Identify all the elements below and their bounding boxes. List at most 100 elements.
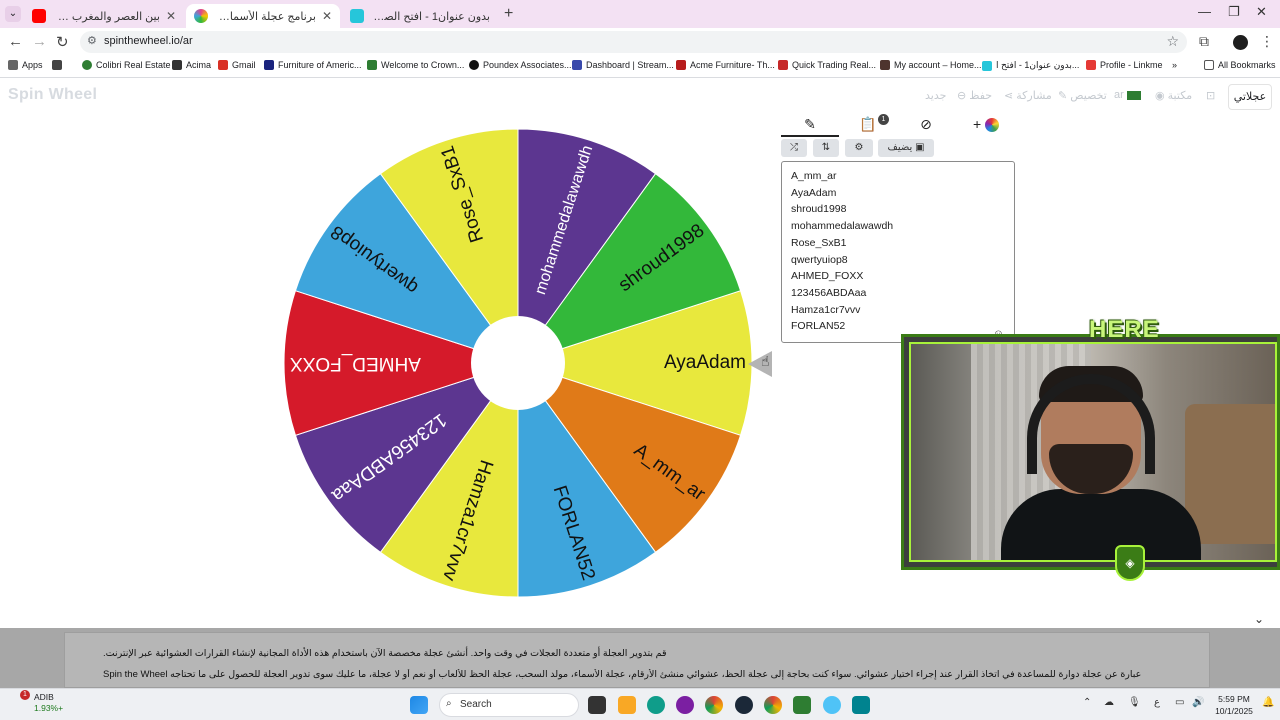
menu-share[interactable]: ⋖ مشاركة: [1004, 89, 1052, 102]
tab-youtube[interactable]: بين العصر والمغرب مرت لمه خيال ✕: [24, 4, 184, 28]
bookmark-linkme[interactable]: Profile - Linkme: [1086, 60, 1163, 70]
sofa: [1185, 404, 1275, 544]
pencil-icon[interactable]: ✎: [781, 113, 839, 137]
menu-library[interactable]: ◉ مكتبة: [1155, 89, 1192, 102]
bookmark-crown[interactable]: Welcome to Crown...: [367, 60, 464, 70]
image-icon: ▣: [915, 142, 925, 153]
notification-bell-icon[interactable]: 🔔: [1262, 697, 1274, 708]
entries-textarea[interactable]: A_mm_ar AyaAdam shroud1998 mohammedalawa…: [781, 161, 1015, 343]
bookmark-dashboard[interactable]: Dashboard | Stream...: [572, 60, 674, 70]
clock-date: 10/1/2025: [1215, 706, 1253, 716]
info-line-1: قم بتدوير العجلة أو متعددة العجلات في وق…: [103, 648, 667, 659]
wheel-center-hub[interactable]: [471, 316, 565, 410]
stock-widget[interactable]: 1 ADIB 1.93%+: [8, 690, 63, 714]
quick-trading-icon: [778, 60, 788, 70]
menu-save-label: حفظ: [969, 90, 993, 102]
input-language[interactable]: ع: [1154, 697, 1160, 708]
windows-taskbar: 1 ADIB 1.93%+ ⌕ Search ⌃ ☁ 🎙 ع ▭ 🔊 5:59 …: [0, 688, 1280, 720]
bookmark-acima[interactable]: Acima: [172, 60, 211, 70]
chrome-icon[interactable]: [705, 696, 723, 714]
new-tab-button[interactable]: +: [504, 5, 513, 23]
streamer-shirt: [1001, 489, 1201, 560]
steam-icon[interactable]: [735, 696, 753, 714]
shuffle-icon: ⤮: [790, 142, 798, 153]
bookmark-gmail[interactable]: Gmail: [218, 60, 256, 70]
tab-spinthewheel[interactable]: برنامج عجلة الأسماء - أداة مخصصة ✕: [186, 4, 340, 28]
folder-icon: [1204, 60, 1214, 70]
shuffle-button[interactable]: ⤮: [781, 139, 807, 157]
grid-favicon-icon: [350, 9, 364, 23]
add-wheel-icon[interactable]: +: [957, 113, 1015, 137]
menu-language[interactable]: ar: [1114, 89, 1141, 101]
tab-title: برنامج عجلة الأسماء - أداة مخصصة: [216, 10, 316, 23]
app-icon-2[interactable]: [823, 696, 841, 714]
tab-search-dropdown[interactable]: ⌄: [5, 6, 21, 22]
file-explorer-icon[interactable]: [618, 696, 636, 714]
bookmark-colibri[interactable]: Colibri Real Estate: [82, 60, 171, 70]
stock-name: ADIB: [34, 692, 54, 702]
webcam-overlay: [901, 334, 1280, 570]
bookmark-acme[interactable]: Acme Furniture- Th...: [676, 60, 775, 70]
bookmark-wordwall[interactable]: بدون عنوان1 - افتح ا...: [982, 60, 1079, 71]
site-logo[interactable]: Spin Wheel: [8, 86, 97, 104]
all-bookmarks[interactable]: All Bookmarks: [1204, 60, 1276, 70]
bookmarks-overflow-icon[interactable]: »: [1172, 60, 1177, 70]
clock[interactable]: 5:59 PM 10/1/2025: [1210, 693, 1258, 717]
settings-button[interactable]: ⚙: [845, 139, 873, 157]
bookmark-star-icon[interactable]: ☆: [1166, 33, 1179, 50]
menu-new[interactable]: جديد: [925, 89, 946, 102]
cloud-icon[interactable]: ☁: [1104, 697, 1114, 708]
close-window-button[interactable]: ✕: [1256, 4, 1267, 20]
network-icon[interactable]: ▭: [1175, 697, 1184, 708]
messenger-icon[interactable]: [676, 696, 694, 714]
back-icon[interactable]: ←: [8, 33, 23, 50]
bookmark-quick-trading[interactable]: Quick Trading Real...: [778, 60, 876, 70]
address-bar[interactable]: ⚙ spinthewheel.io/ar ☆: [80, 31, 1187, 53]
menu-save[interactable]: ⊖ حفظ: [957, 89, 992, 102]
sort-button[interactable]: ⇅: [813, 139, 839, 157]
tray-overflow-icon[interactable]: ⌃: [1083, 697, 1091, 708]
my-wheels-button[interactable]: عجلاتي: [1228, 84, 1272, 110]
bookmark-my-account[interactable]: My account – Home...: [880, 60, 982, 70]
volume-icon[interactable]: 🔊: [1192, 697, 1204, 708]
expand-icon[interactable]: ⊡: [1206, 89, 1215, 102]
close-tab-icon[interactable]: ✕: [322, 9, 332, 23]
tab-strip: ⌄ بين العصر والمغرب مرت لمه خيال ✕ برنام…: [0, 0, 1280, 28]
search-label: Search: [460, 699, 492, 710]
chrome-active-icon[interactable]: [764, 696, 782, 714]
taskbar-search[interactable]: ⌕ Search: [439, 693, 579, 717]
microphone-icon[interactable]: 🎙: [1128, 697, 1141, 708]
spin-wheel[interactable]: AyaAdamA_mm_arFORLAN52Hamza1cr7vvv123456…: [278, 121, 758, 601]
site-info-icon[interactable]: ⚙: [87, 34, 97, 47]
chevron-down-icon[interactable]: ⌄: [1254, 612, 1264, 626]
edge-icon[interactable]: [647, 696, 665, 714]
menu-customize-label: تخصيص: [1070, 90, 1107, 102]
tab-title: بين العصر والمغرب مرت لمه خيال: [54, 10, 160, 23]
minimize-button[interactable]: —: [1198, 4, 1211, 19]
app-icon[interactable]: [793, 696, 811, 714]
url-text[interactable]: spinthewheel.io/ar: [104, 35, 193, 47]
bookmark-grid[interactable]: [52, 60, 66, 70]
profile-avatar[interactable]: [1233, 35, 1248, 50]
account-icon: [880, 60, 890, 70]
close-tab-icon[interactable]: ✕: [166, 9, 176, 23]
menu-customize[interactable]: ✎ تخصيص: [1058, 89, 1107, 102]
panel-tabs: ✎ 📋 1 ⊘ +: [781, 113, 1015, 137]
task-view-icon[interactable]: [588, 696, 606, 714]
add-image-button[interactable]: يضيف ▣: [878, 139, 934, 157]
acima-icon: [172, 60, 182, 70]
tab-wordwall[interactable]: بدون عنوان1 - افتح الصندوق: [342, 4, 498, 28]
menu-kebab-icon[interactable]: ⋮: [1260, 33, 1274, 50]
bookmark-furniture[interactable]: Furniture of Americ...: [264, 60, 362, 70]
hand-cursor-icon: ☝: [761, 353, 770, 369]
windows-start-icon[interactable]: [410, 696, 428, 714]
app-icon-3[interactable]: [852, 696, 870, 714]
forward-icon[interactable]: →: [32, 33, 47, 50]
eye-off-icon[interactable]: ⊘: [897, 113, 955, 137]
bookmark-apps[interactable]: Apps: [8, 60, 43, 70]
bookmark-poundex[interactable]: Poundex Associates...: [469, 60, 572, 70]
gear-icon: ⚙: [854, 142, 864, 153]
extensions-icon[interactable]: ⧉: [1199, 33, 1209, 50]
restore-button[interactable]: ❐: [1228, 4, 1240, 20]
reload-icon[interactable]: ↻: [56, 33, 69, 51]
